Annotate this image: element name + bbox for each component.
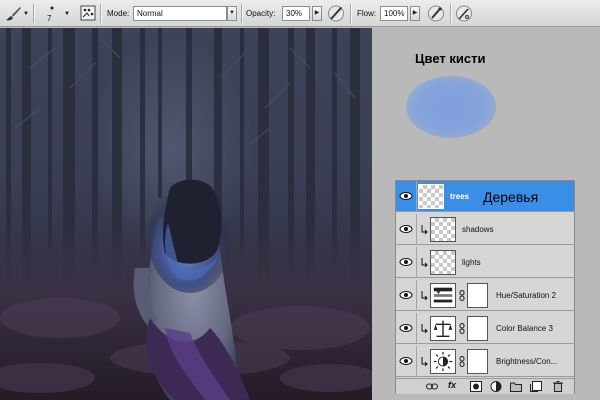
new-group-icon[interactable] <box>510 381 522 392</box>
eye-column-divider <box>416 346 417 377</box>
layer-mask-thumbnail[interactable] <box>467 283 488 308</box>
layers-panel: trees shadows lights Hue/Saturation 2 Co… <box>395 180 575 394</box>
forest-image <box>0 28 372 400</box>
new-layer-icon[interactable] <box>530 381 542 392</box>
opacity-field[interactable]: 30% <box>282 6 310 21</box>
link-layers-icon[interactable] <box>426 381 438 392</box>
delete-layer-icon[interactable] <box>552 381 564 392</box>
opacity-label: Opacity: <box>246 9 276 18</box>
layers-panel-footer: fx <box>396 378 574 394</box>
eye-column-divider <box>416 313 417 344</box>
brush-color-swatch <box>406 76 496 138</box>
clipping-mask-icon <box>421 225 428 234</box>
photo-canvas[interactable] <box>0 28 372 400</box>
clipping-mask-icon <box>421 324 428 333</box>
color-balance-adjustment-icon[interactable] <box>430 316 456 341</box>
layer-name[interactable]: shadows <box>462 225 494 234</box>
eye-column-divider <box>416 280 417 311</box>
brightness-contrast-adjustment-icon[interactable] <box>430 349 456 374</box>
layer-name[interactable]: lights <box>462 258 481 267</box>
layer-mask-thumbnail[interactable] <box>467 349 488 374</box>
pressure-opacity-icon[interactable] <box>327 4 345 23</box>
link-icon[interactable] <box>459 323 465 334</box>
separator <box>350 4 351 23</box>
add-layer-style-icon[interactable]: fx <box>448 380 456 390</box>
eye-column-divider <box>416 214 417 245</box>
brush-tool-icon[interactable] <box>3 4 23 23</box>
eye-column-divider <box>416 247 417 278</box>
pressure-size-icon[interactable] <box>455 4 473 23</box>
separator <box>241 4 242 23</box>
eye-icon[interactable] <box>399 189 413 203</box>
hue-saturation-adjustment-icon[interactable] <box>430 283 456 308</box>
layer-row-brightness-contrast[interactable]: Brightness/Con... <box>396 346 574 377</box>
opacity-slider-icon[interactable]: ▶ <box>312 6 322 21</box>
airbrush-icon[interactable] <box>427 4 445 23</box>
brush-size-value[interactable]: 7 <box>47 14 51 23</box>
brush-color-label: Цвет кисти <box>415 51 486 66</box>
mode-select[interactable]: Normal <box>133 6 227 21</box>
layer-thumbnail[interactable] <box>418 184 444 209</box>
brush-preset-dot-icon[interactable] <box>49 5 55 11</box>
layer-row-lights[interactable]: lights <box>396 247 574 278</box>
layer-row-shadows[interactable]: shadows <box>396 214 574 245</box>
options-bar: ▼ 7 ▼ Mode: Normal ▼ Opacity: 30% ▶ Flow… <box>0 0 600 27</box>
flow-slider-icon[interactable]: ▶ <box>410 6 420 21</box>
clipping-mask-icon <box>421 258 428 267</box>
flow-field[interactable]: 100% <box>380 6 408 21</box>
separator <box>33 4 34 23</box>
eye-icon[interactable] <box>399 222 413 236</box>
link-icon[interactable] <box>459 356 465 367</box>
add-mask-icon[interactable] <box>470 381 482 392</box>
layer-name[interactable]: Color Balance 3 <box>496 324 553 333</box>
eye-icon[interactable] <box>399 354 413 368</box>
link-icon[interactable] <box>459 290 465 301</box>
brush-preset-dropdown-icon[interactable]: ▼ <box>64 11 70 17</box>
flow-label: Flow: <box>357 9 377 18</box>
eye-icon[interactable] <box>399 288 413 302</box>
brush-panel-toggle-icon[interactable] <box>80 5 96 21</box>
brush-tool-dropdown-icon[interactable]: ▼ <box>23 11 29 17</box>
layer-mask-thumbnail[interactable] <box>467 316 488 341</box>
clipping-mask-icon <box>421 357 428 366</box>
layer-thumbnail[interactable] <box>430 217 456 242</box>
layer-row-color-balance[interactable]: Color Balance 3 <box>396 313 574 344</box>
layer-name[interactable]: Hue/Saturation 2 <box>496 291 556 300</box>
new-adjustment-layer-icon[interactable] <box>490 381 502 392</box>
eye-icon[interactable] <box>399 321 413 335</box>
clipping-mask-icon <box>421 291 428 300</box>
layer-name[interactable]: trees <box>450 192 469 201</box>
trees-translation-label: Деревья <box>483 189 539 205</box>
eye-icon[interactable] <box>399 255 413 269</box>
eye-column-divider <box>416 181 417 212</box>
layer-thumbnail[interactable] <box>430 250 456 275</box>
separator <box>450 4 451 23</box>
mode-dropdown-icon[interactable]: ▼ <box>227 6 237 21</box>
layer-name[interactable]: Brightness/Con... <box>496 357 557 366</box>
layer-row-hue-saturation[interactable]: Hue/Saturation 2 <box>396 280 574 311</box>
separator <box>100 4 101 23</box>
mode-label: Mode: <box>107 9 130 18</box>
